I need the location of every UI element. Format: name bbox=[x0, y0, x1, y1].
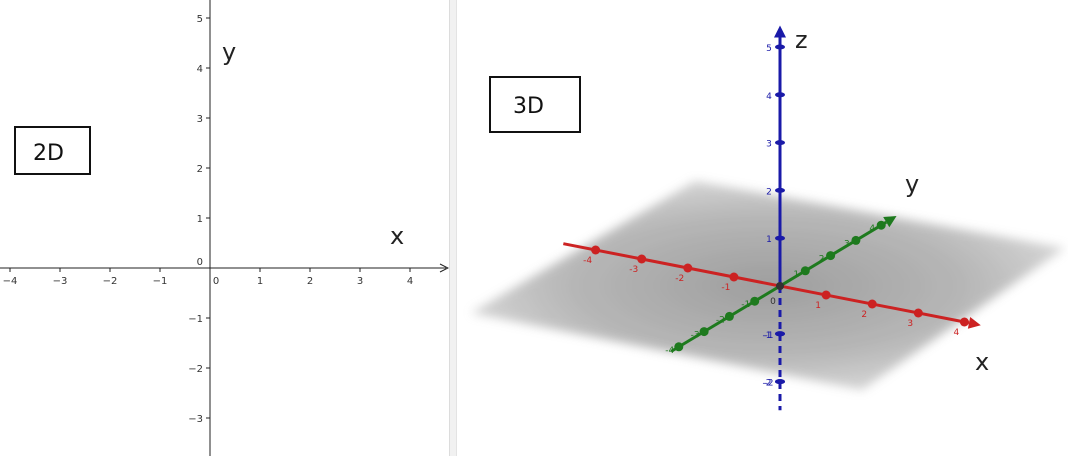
z-tick-dot-3d bbox=[775, 379, 785, 385]
x-tick-dot-3d bbox=[637, 254, 647, 264]
x-axis-name-2d: x bbox=[390, 222, 404, 250]
y-tick-label-3d: -2 bbox=[716, 315, 725, 325]
y-tick-dot-3d bbox=[851, 235, 861, 245]
x-tick-label-2d: 2 bbox=[307, 276, 313, 287]
x-tick-label-2d: −1 bbox=[153, 276, 168, 287]
z-tick-label-3d: 1 bbox=[766, 235, 772, 245]
x-tick-label-2d: −4 bbox=[3, 276, 18, 287]
x-tick-label-3d: 1 bbox=[815, 301, 821, 311]
graphics-3d-canvas[interactable]: -4-3-2-11234-4-3-2-11234-2-112345-1-20 3… bbox=[457, 0, 1068, 456]
x-tick-label-2d: 1 bbox=[257, 276, 263, 287]
y-tick-label-2d: −1 bbox=[188, 314, 203, 325]
x-tick-label-2d: −2 bbox=[103, 276, 118, 287]
z-tick-label-3d: -1 bbox=[763, 331, 772, 341]
x-tick-label-3d: 4 bbox=[954, 328, 960, 338]
z-axis-name-3d: z bbox=[795, 26, 808, 54]
x-tick-dot-3d bbox=[821, 290, 831, 300]
y-tick-label-2d: −2 bbox=[188, 364, 203, 375]
label-text-2d: 2D bbox=[33, 141, 64, 166]
y-tick-label-2d: 4 bbox=[197, 64, 203, 75]
x-tick-dot-3d bbox=[683, 263, 693, 273]
graphics-view-3d[interactable]: -4 -3 -2 -1 1 2 3 4 -4 -3 -2 -1 1 2 3 4 -2 -1 1 2 3 4 5 -1 -2 0 3… bbox=[457, 0, 1068, 456]
x-tick-label-3d: 3 bbox=[907, 319, 913, 329]
y-tick-dot-3d bbox=[876, 220, 886, 230]
x-tick-dot-3d bbox=[913, 308, 923, 318]
x-tick-dot-3d bbox=[959, 317, 969, 327]
z-tick-dot-3d bbox=[775, 44, 785, 50]
y-tick-dot-3d bbox=[699, 327, 709, 337]
y-tick-label-2d: 2 bbox=[197, 164, 203, 175]
y-axis-name-3d: y bbox=[905, 170, 919, 198]
z-tick-label-3d: -2 bbox=[763, 379, 772, 389]
y-tick-dot-3d bbox=[674, 342, 684, 352]
x-tick-dot-3d bbox=[867, 299, 877, 309]
y-tick-dot-3d bbox=[750, 296, 760, 306]
x-tick-label-2d: 0 bbox=[213, 276, 219, 287]
z-tick-dot-3d bbox=[775, 187, 785, 193]
y-tick-label-3d: 4 bbox=[869, 224, 875, 234]
x-tick-label-3d: 2 bbox=[861, 310, 867, 320]
x-tick-label-3d: -2 bbox=[675, 274, 684, 284]
y-tick-label-3d: -3 bbox=[691, 331, 700, 341]
y-tick-label-3d: 3 bbox=[844, 239, 850, 249]
origin-label-2d: 0 bbox=[197, 257, 203, 268]
z-tick-dot-3d bbox=[775, 235, 785, 241]
y-tick-label-2d: 5 bbox=[197, 14, 203, 25]
z-tick-label-3d: 4 bbox=[766, 92, 772, 102]
z-tick-label-3d: 3 bbox=[766, 140, 772, 150]
graphics-view-2d[interactable]: −4 −3 −2 −1 0 1 2 3 4 5 4 3 2 1 −1 −2 −3 0 x y 2D bbox=[0, 0, 449, 456]
x-tick-label-2d: 3 bbox=[357, 276, 363, 287]
origin-point-3d bbox=[776, 282, 784, 290]
x-axis-name-3d: x bbox=[975, 348, 989, 376]
y-axis-name-2d: y bbox=[222, 38, 236, 66]
x-axis-arrow-3d bbox=[967, 317, 981, 329]
x-tick-dot-3d bbox=[591, 245, 601, 255]
y-tick-dot-3d bbox=[800, 266, 810, 276]
label-text-3d: 3D bbox=[513, 94, 544, 119]
y-tick-label-2d: −3 bbox=[188, 414, 203, 425]
x-tick-label-2d: −3 bbox=[53, 276, 68, 287]
x-tick-dot-3d bbox=[729, 272, 739, 282]
x-tick-label-3d: -3 bbox=[629, 265, 638, 275]
y-tick-label-3d: 1 bbox=[793, 270, 799, 280]
z-axis-arrow-3d bbox=[774, 25, 786, 38]
y-tick-dot-3d bbox=[826, 251, 836, 261]
y-tick-label-3d: -1 bbox=[741, 300, 750, 310]
y-tick-label-3d: 2 bbox=[819, 255, 825, 265]
y-tick-label-3d: -4 bbox=[665, 346, 674, 356]
z-tick-label-3d: 2 bbox=[766, 187, 772, 197]
z-tick-dot-3d bbox=[775, 140, 785, 146]
y-tick-label-2d: 1 bbox=[197, 214, 203, 225]
x-tick-label-2d: 4 bbox=[407, 276, 413, 287]
z-tick-label-3d: 5 bbox=[766, 44, 772, 54]
z-tick-dot-3d bbox=[775, 92, 785, 98]
graphics-2d-canvas[interactable]: −4 −3 −2 −1 0 1 2 3 4 5 4 3 2 1 −1 −2 −3 0 x y 2D bbox=[0, 0, 449, 456]
y-tick-label-2d: 3 bbox=[197, 114, 203, 125]
origin-label-3d: 0 bbox=[770, 297, 776, 307]
x-tick-label-3d: -1 bbox=[721, 283, 730, 293]
z-tick-dot-3d bbox=[775, 331, 785, 337]
view-divider[interactable] bbox=[449, 0, 457, 456]
x-tick-label-3d: -4 bbox=[583, 256, 592, 266]
y-tick-dot-3d bbox=[724, 311, 734, 321]
